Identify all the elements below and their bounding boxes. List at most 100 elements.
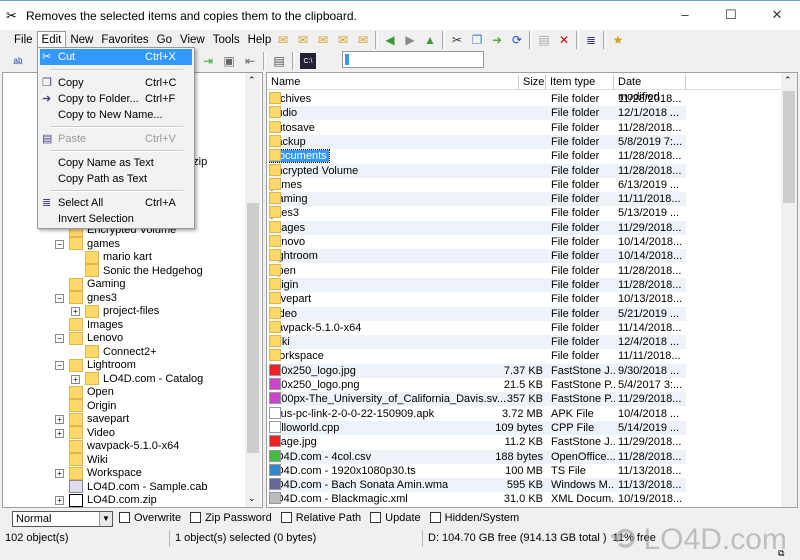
expand-icon[interactable]: + <box>55 428 64 438</box>
checkbox-zip-password[interactable]: Zip Password <box>190 512 272 524</box>
favorite-5-icon[interactable]: ✉ <box>355 32 371 48</box>
file-row[interactable]: Lenovo File folder 10/14/2018... <box>269 235 686 249</box>
menu-item-invert-selection[interactable]: Invert Selection <box>40 211 192 227</box>
file-row[interactable]: savepart File folder 10/13/2018... <box>269 292 686 306</box>
minimize-button[interactable]: – <box>662 1 708 30</box>
forward-icon[interactable]: ▶ <box>402 32 418 48</box>
checkbox-box[interactable] <box>119 512 130 523</box>
checkbox-hidden-system[interactable]: Hidden/System <box>429 512 519 524</box>
address-input[interactable] <box>342 51 484 68</box>
collapse-icon[interactable]: − <box>55 334 64 343</box>
file-row[interactable]: wavpack-5.1.0-x64 File folder 11/14/2018..… <box>269 320 686 335</box>
tree-scrollbar[interactable]: ⌃ ⌄ <box>245 73 261 507</box>
tree-item[interactable]: LO4D.com.zip <box>69 493 157 507</box>
close-button[interactable]: ✕ <box>754 1 800 30</box>
checkbox-box[interactable] <box>370 512 382 523</box>
tree-scroll-thumb[interactable] <box>247 203 259 453</box>
expand-icon[interactable]: + <box>55 415 64 424</box>
file-row[interactable]: 250x250_logo.png 21.5 KB FastStone P... 5/4… <box>269 378 686 392</box>
file-row[interactable]: 250x250_logo.jpg 7.37 KB FastStone J... 9/3… <box>269 363 686 378</box>
file-row[interactable]: WikiFile folder12/4/2018 ... <box>269 335 686 350</box>
select-all-icon[interactable]: ≣ <box>583 32 599 48</box>
tree-item[interactable]: mario kart <box>85 250 152 264</box>
notes-icon[interactable]: ▤ <box>271 53 287 69</box>
menu-help[interactable]: Help <box>244 32 276 48</box>
move-in-icon[interactable]: ⇥ <box>200 53 216 69</box>
file-row[interactable]: LO4D.com - 4col.csv 188 bytes OpenOffice..… <box>269 449 686 464</box>
copy-to-folder-icon[interactable]: ➜ <box>489 32 505 48</box>
column-date[interactable]: Date modified <box>614 75 686 103</box>
file-row[interactable]: LO4D.com - 1920x1080p30.ts 100 MB TS File 1… <box>269 463 686 478</box>
scroll-down-icon[interactable]: ⌄ <box>248 493 256 504</box>
tree-item[interactable]: Origin <box>69 399 116 413</box>
tree-item[interactable]: wavpack-5.1.0-x64 <box>69 439 179 453</box>
command-prompt-icon[interactable]: C:\ <box>300 53 316 69</box>
tree-item[interactable]: Video <box>69 426 115 440</box>
file-row[interactable]: Autosave File folder 11/28/2018... <box>269 120 686 135</box>
tree-item[interactable]: Lightroom <box>69 358 136 372</box>
tree-item[interactable]: games <box>69 237 120 251</box>
copy-icon[interactable]: ❐ <box>469 32 485 48</box>
checkbox-update[interactable]: Update <box>370 512 421 524</box>
tree-item[interactable]: savepart <box>69 412 129 426</box>
menu-item-paste[interactable]: ▤ Paste Ctrl+V <box>40 131 192 147</box>
collapse-icon[interactable]: − <box>55 361 64 370</box>
file-row[interactable]: Backup File folder 5/8/2019 7:... <box>269 134 686 149</box>
file-row[interactable]: Audio File folder 12/1/2018 ... <box>269 106 686 121</box>
menu-item-copy-to-new-name[interactable]: Copy to New Name... <box>40 107 192 123</box>
menu-item-copy-to-folder[interactable]: ➜ Copy to Folder... Ctrl+F <box>40 91 192 107</box>
menu-tools[interactable]: Tools <box>209 32 244 48</box>
file-row[interactable]: LO4D.com - Blackmagic.xml 31.0 KB XML Docu… <box>269 492 686 506</box>
column-name[interactable]: Name <box>267 75 519 90</box>
menu-view[interactable]: View <box>176 32 209 48</box>
cut-icon[interactable]: ✂ <box>449 32 465 48</box>
file-row[interactable]: LO4D.com - Bach Sonata Amin.wma 595 KB Win… <box>269 478 686 493</box>
file-row[interactable]: Open File folder 11/28/2018... <box>269 263 686 278</box>
scroll-up-icon[interactable]: ⌃ <box>784 75 792 86</box>
file-row[interactable]: Lightroom File folder 10/14/2018... <box>269 249 686 264</box>
collapse-icon[interactable]: − <box>55 293 64 303</box>
expand-icon[interactable]: + <box>55 496 64 505</box>
favorite-3-icon[interactable]: ✉ <box>315 32 331 48</box>
delete-icon[interactable]: ✕ <box>556 32 572 48</box>
tree-item[interactable]: Images <box>69 318 123 332</box>
back-icon[interactable]: ◀ <box>382 32 398 48</box>
tree-item[interactable]: LO4D.com - Catalog <box>85 372 203 386</box>
checkbox-relative-path[interactable]: Relative Path <box>280 512 361 524</box>
file-row[interactable]: Images File folder 11/29/2018... <box>269 220 686 235</box>
tree-item[interactable]: Gaming <box>69 277 126 291</box>
file-row[interactable]: asus-pc-link-2-0-0-22-150909.apk 3.72 MB A… <box>269 406 686 421</box>
checkbox-box[interactable] <box>429 512 441 523</box>
file-row[interactable]: Video File folder 5/21/2019 ... <box>269 306 686 321</box>
tree-item[interactable]: LO4D.com - Sample.cab <box>69 480 207 494</box>
file-list[interactable]: Name Size Item type Date modified Archiv… <box>266 72 798 508</box>
new-folder-icon[interactable]: ★ <box>610 32 626 48</box>
checkbox-box[interactable] <box>280 512 292 523</box>
menu-item-copy[interactable]: ❐ Copy Ctrl+C <box>40 75 192 91</box>
menu-item-select-all[interactable]: ≣ Select All Ctrl+A <box>40 195 192 211</box>
resize-grip-icon[interactable]: ⧉ <box>778 548 784 559</box>
tree-item[interactable]: Wiki <box>69 453 108 467</box>
mode-select[interactable]: Normal ▼ <box>12 511 113 527</box>
collapse-icon[interactable]: − <box>55 239 64 249</box>
file-row[interactable]: Gaming File folder 11/11/2018... <box>269 192 686 207</box>
list-scrollbar[interactable]: ⌃ <box>781 73 797 507</box>
menu-favorites[interactable]: Favorites <box>97 32 152 48</box>
tree-item[interactable]: project-files <box>85 304 159 318</box>
menu-item-cut[interactable]: ✂ Cut Ctrl+X <box>40 49 192 65</box>
file-row[interactable]: gnes3 File folder 5/13/2019 ... <box>269 206 686 220</box>
expand-icon[interactable]: + <box>71 374 80 384</box>
checkbox-box[interactable] <box>190 512 202 523</box>
file-row[interactable]: helloworld.cpp 109 bytes CPP File 5/14/2019… <box>269 420 686 435</box>
tree-item[interactable]: Connect2+ <box>85 345 157 359</box>
move-out-icon[interactable]: ⇤ <box>242 53 258 69</box>
scroll-up-icon[interactable]: ⌃ <box>248 75 256 86</box>
column-type[interactable]: Item type <box>546 75 614 90</box>
file-row[interactable]: Encrypted Volume File folder 11/28/2018... <box>269 163 686 178</box>
favorite-4-icon[interactable]: ✉ <box>335 32 351 48</box>
maximize-button[interactable]: ☐ <box>708 1 754 30</box>
file-row[interactable]: image.jpg 11.2 KB FastStone J... 11/29/2018… <box>269 435 686 449</box>
file-row[interactable]: Archives File folder 11/28/2018... <box>269 92 686 106</box>
favorite-1-icon[interactable]: ✉ <box>275 32 291 48</box>
menu-new[interactable]: New <box>66 32 97 48</box>
